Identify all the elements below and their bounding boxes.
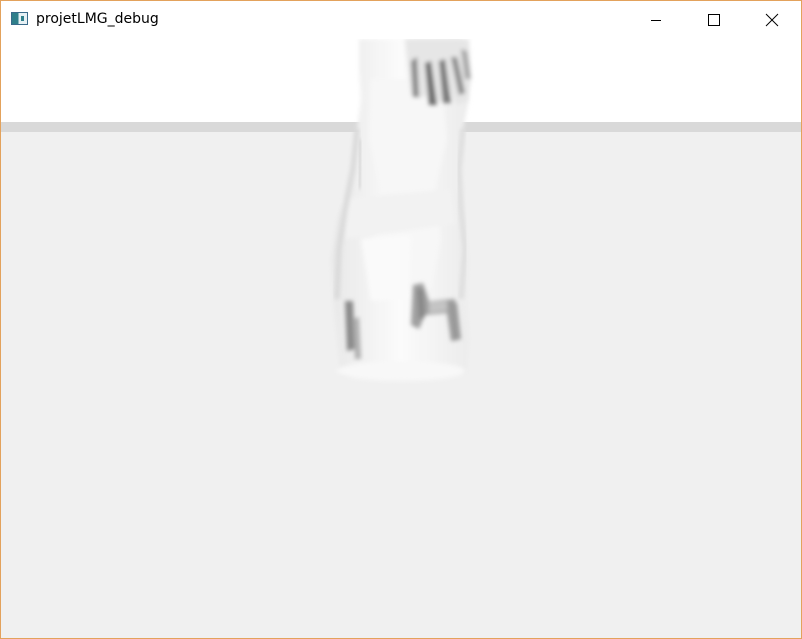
- render-viewport[interactable]: [1, 39, 801, 638]
- close-button[interactable]: [743, 1, 801, 39]
- minimize-button[interactable]: [627, 1, 685, 39]
- maximize-icon: [708, 14, 720, 26]
- title-bar[interactable]: projetLMG_debug: [1, 1, 801, 39]
- rendered-figure: [331, 39, 471, 381]
- maximize-button[interactable]: [685, 1, 743, 39]
- app-window: projetLMG_debug: [0, 0, 802, 639]
- minimize-icon: [651, 20, 661, 21]
- app-window-icon[interactable]: [11, 12, 28, 25]
- window-title: projetLMG_debug: [36, 11, 159, 27]
- figure-hand: [405, 39, 471, 105]
- close-icon: [765, 13, 779, 27]
